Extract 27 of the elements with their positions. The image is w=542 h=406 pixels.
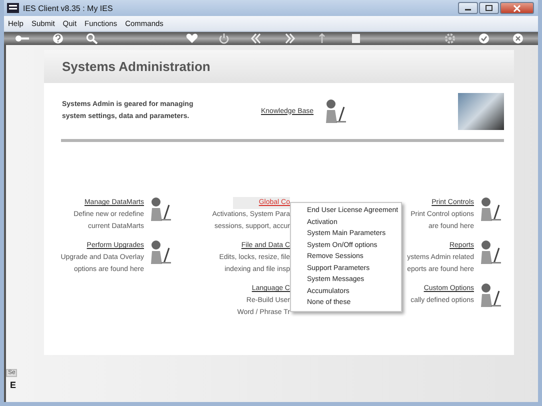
help-icon[interactable] [51,33,65,44]
rewind-icon[interactable] [249,33,263,44]
heart-icon[interactable] [185,33,199,44]
search-icon[interactable] [85,33,99,44]
power-icon[interactable] [217,33,231,44]
maximize-icon [485,5,493,11]
person-with-pen-icon [479,240,501,264]
maximize-button[interactable] [479,2,499,14]
side-label: E [10,380,16,390]
close-icon[interactable] [511,33,525,44]
person-with-pen-icon [479,197,501,221]
person-with-pen-icon [149,197,171,221]
photo-placeholder [458,92,504,130]
key-icon[interactable] [15,33,29,44]
app-icon [7,3,19,13]
person-with-pen-icon [149,240,171,264]
square-icon[interactable] [349,33,363,44]
page-title: Systems Administration [62,59,210,74]
gear-icon[interactable] [443,33,457,44]
check-icon[interactable] [477,33,491,44]
window-title: IES Client v8.35 : My IES [23,4,113,12]
minimize-button[interactable] [458,2,478,14]
close-icon [513,4,521,12]
person-with-pen-icon [479,283,501,307]
person-with-pen-icon [324,99,346,123]
close-button[interactable] [500,2,534,14]
forward-icon[interactable] [283,33,297,44]
